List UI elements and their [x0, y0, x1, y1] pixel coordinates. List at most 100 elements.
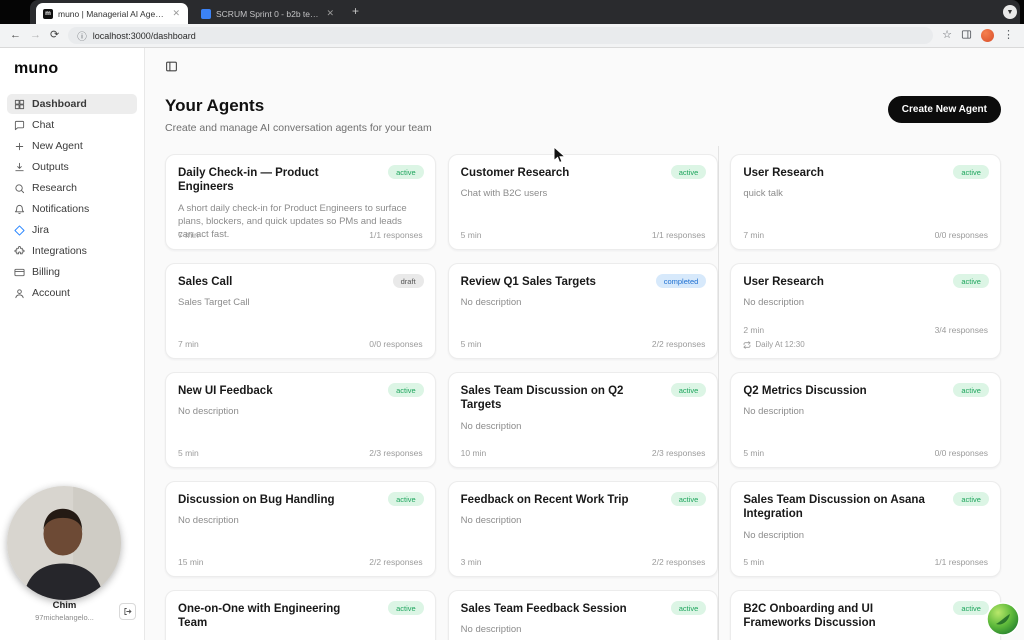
profile-avatar[interactable]	[981, 29, 994, 42]
jira-icon	[14, 225, 25, 236]
url-text: localhost:3000/dashboard	[93, 31, 196, 41]
user-icon	[14, 288, 25, 299]
status-badge: active	[953, 274, 989, 288]
agent-card-footer: 7 min 0/0 responses	[178, 339, 423, 349]
status-badge: draft	[393, 274, 424, 288]
app-logo: muno	[0, 60, 144, 78]
agent-duration: 7 min	[178, 339, 199, 349]
agent-responses: 0/0 responses	[935, 448, 988, 458]
sidebar-item-billing[interactable]: Billing	[7, 262, 137, 282]
tab-title: SCRUM Sprint 0 - b2b team	[216, 9, 320, 19]
sidebar-item-new-agent[interactable]: New Agent	[7, 136, 137, 156]
sidebar-item-account[interactable]: Account	[7, 283, 137, 303]
agent-card[interactable]: Sales Team Discussion on Asana Integrati…	[730, 481, 1001, 577]
agent-card[interactable]: User Research active quick talk 7 min 0/…	[730, 154, 1001, 250]
sidebar-item-dashboard[interactable]: Dashboard	[7, 94, 137, 114]
status-badge: active	[953, 383, 989, 397]
agent-card-footer: 2 min 3/4 responses Daily At 12:30	[743, 325, 988, 349]
app-window: muno Dashboard Chat New Agent Outputs Re…	[0, 48, 1024, 640]
agent-card[interactable]: Discussion on Bug Handling active No des…	[165, 481, 436, 577]
agent-responses: 1/1 responses	[369, 230, 422, 240]
page-subtitle: Create and manage AI conversation agents…	[165, 122, 432, 134]
close-tab-icon[interactable]: ✕	[325, 8, 335, 19]
agent-duration: 2 min	[743, 325, 764, 335]
assistant-widget[interactable]	[986, 602, 1020, 636]
agent-responses: 2/2 responses	[652, 339, 705, 349]
agent-card[interactable]: B2C Onboarding and UI Frameworks Discuss…	[730, 590, 1001, 640]
bell-icon	[14, 204, 25, 215]
tab-muno[interactable]: m muno | Managerial AI Agents ✕	[36, 3, 188, 24]
agent-card[interactable]: Sales Team Feedback Session active No de…	[448, 590, 719, 640]
sidebar-item-jira[interactable]: Jira	[7, 220, 137, 240]
agent-duration: 5 min	[178, 448, 199, 458]
status-badge: active	[953, 165, 989, 179]
agent-duration: 3 min	[461, 557, 482, 567]
agent-card-title: Sales Team Feedback Session	[461, 602, 706, 616]
create-new-agent-button[interactable]: Create New Agent	[888, 96, 1001, 123]
agent-card-title: Sales Team Discussion on Q2 Targets	[461, 384, 706, 413]
status-badge: active	[388, 601, 424, 615]
address-bar[interactable]: ⓘ localhost:3000/dashboard	[68, 27, 933, 44]
search-icon	[14, 183, 25, 194]
agent-card[interactable]: Sales Team Discussion on Q2 Targets acti…	[448, 372, 719, 468]
agent-card-description: No description	[178, 514, 423, 527]
sidebar-toggle-icon[interactable]	[165, 60, 178, 73]
status-badge: active	[671, 383, 707, 397]
close-tab-icon[interactable]: ✕	[171, 8, 181, 19]
user-meta: Chim 97michelangelo...	[10, 600, 119, 622]
agent-card[interactable]: User Research active No description 2 mi…	[730, 263, 1001, 359]
agent-card[interactable]: Customer Research active Chat with B2C u…	[448, 154, 719, 250]
status-badge: active	[388, 383, 424, 397]
agent-responses: 1/1 responses	[652, 230, 705, 240]
agent-card-description: quick talk	[743, 187, 988, 200]
agent-card-footer: 15 min 2/2 responses	[178, 557, 423, 567]
site-info-icon[interactable]: ⓘ	[77, 29, 87, 43]
agent-card-footer: 5 min 0/0 responses	[743, 448, 988, 458]
status-badge: active	[388, 165, 424, 179]
agent-card-title: Sales Team Discussion on Asana Integrati…	[743, 493, 988, 522]
agent-duration: 5 min	[743, 557, 764, 567]
agent-card[interactable]: Review Q1 Sales Targets completed No des…	[448, 263, 719, 359]
agent-card-description: No description	[461, 296, 706, 309]
sign-out-button[interactable]	[119, 603, 136, 620]
back-icon[interactable]: ←	[10, 30, 21, 41]
agent-card[interactable]: One-on-One with Engineering Team active …	[165, 590, 436, 640]
agent-card[interactable]: Sales Call draft Sales Target Call 7 min…	[165, 263, 436, 359]
agent-card-title: One-on-One with Engineering Team	[178, 602, 423, 631]
bookmark-star-icon[interactable]: ☆	[942, 30, 952, 41]
tab-search-chevron-icon[interactable]: ▼	[1003, 5, 1017, 19]
sidebar: muno Dashboard Chat New Agent Outputs Re…	[0, 48, 145, 640]
scrum-favicon-icon	[201, 9, 211, 19]
sidebar-item-outputs[interactable]: Outputs	[7, 157, 137, 177]
agent-card[interactable]: Daily Check-in — Product Engineers activ…	[165, 154, 436, 250]
sidebar-item-research[interactable]: Research	[7, 178, 137, 198]
sidebar-item-notifications[interactable]: Notifications	[7, 199, 137, 219]
page-header: Your Agents Create and manage AI convers…	[165, 96, 1001, 134]
agent-schedule: Daily At 12:30	[743, 340, 988, 349]
assistant-logo-icon	[986, 602, 1020, 636]
forward-icon[interactable]: →	[30, 30, 41, 41]
sidebar-item-chat[interactable]: Chat	[7, 115, 137, 135]
agent-duration: 5 min	[743, 448, 764, 458]
user-name: Chim	[10, 600, 119, 611]
tab-scrum[interactable]: SCRUM Sprint 0 - b2b team ✕	[194, 3, 342, 24]
agent-card-title: Sales Call	[178, 275, 423, 289]
sign-out-icon	[123, 607, 132, 616]
agent-card-footer: 3 min 2/2 responses	[461, 557, 706, 567]
side-panel-icon[interactable]	[961, 29, 972, 43]
sidebar-item-integrations[interactable]: Integrations	[7, 241, 137, 261]
chat-icon	[14, 120, 25, 131]
webcam-overlay[interactable]	[7, 486, 121, 600]
status-badge: active	[671, 165, 707, 179]
agent-card[interactable]: Q2 Metrics Discussion active No descript…	[730, 372, 1001, 468]
agents-grid: Daily Check-in — Product Engineers activ…	[165, 154, 1001, 640]
new-tab-button[interactable]: +	[352, 4, 359, 19]
reload-icon[interactable]: ⟳	[50, 30, 59, 41]
browser-menu-icon[interactable]: ⋮	[1003, 30, 1014, 41]
agent-card[interactable]: Feedback on Recent Work Trip active No d…	[448, 481, 719, 577]
agent-card-footer: 10 min 2/3 responses	[461, 448, 706, 458]
agent-duration: 7 min	[743, 230, 764, 240]
agent-card[interactable]: New UI Feedback active No description 5 …	[165, 372, 436, 468]
status-badge: active	[388, 492, 424, 506]
agent-card-title: Q2 Metrics Discussion	[743, 384, 988, 398]
